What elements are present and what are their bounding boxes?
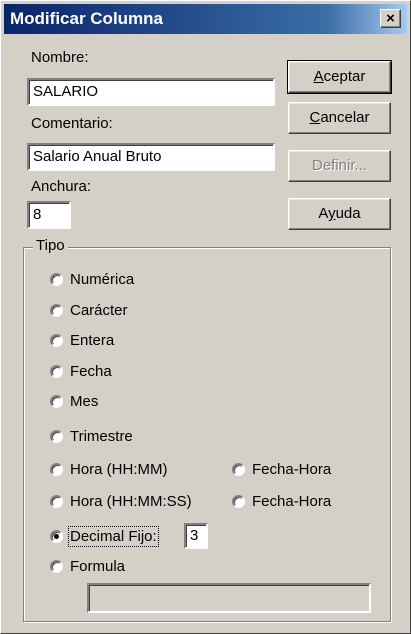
- radio-mes[interactable]: Mes: [50, 393, 98, 410]
- close-button[interactable]: ×: [380, 9, 401, 28]
- radio-button-icon: [50, 560, 63, 573]
- radio-button-icon: [50, 304, 63, 317]
- aceptar-button[interactable]: Aceptar: [287, 60, 392, 94]
- radio-button-icon: [50, 430, 63, 443]
- radio-fecha-hora-1[interactable]: Fecha-Hora: [232, 461, 331, 478]
- nombre-label: Nombre:: [31, 49, 89, 66]
- nombre-input[interactable]: SALARIO: [27, 78, 275, 106]
- radio-hora-hhmm[interactable]: Hora (HH:MM): [50, 461, 168, 478]
- radio-button-icon: [232, 495, 245, 508]
- tipo-group-label: Tipo: [33, 237, 68, 254]
- radio-button-icon: [50, 273, 63, 286]
- comentario-label: Comentario:: [31, 115, 113, 132]
- title-bar[interactable]: Modificar Columna ×: [4, 4, 407, 34]
- radio-button-icon: [50, 334, 63, 347]
- radio-button-icon: [50, 395, 63, 408]
- comentario-input[interactable]: Salario Anual Bruto: [27, 143, 275, 171]
- decimal-places-input[interactable]: 3: [184, 523, 208, 549]
- radio-button-icon: [50, 463, 63, 476]
- window-title: Modificar Columna: [10, 9, 164, 28]
- definir-button[interactable]: Definir...: [288, 150, 391, 182]
- radio-fecha[interactable]: Fecha: [50, 363, 112, 380]
- cancelar-button[interactable]: Cancelar: [288, 102, 391, 134]
- modificar-columna-dialog: Modificar Columna × Nombre: SALARIO Come…: [0, 0, 411, 634]
- radio-fecha-hora-2[interactable]: Fecha-Hora: [232, 493, 331, 510]
- close-icon: ×: [386, 10, 395, 27]
- radio-entera[interactable]: Entera: [50, 332, 114, 349]
- radio-button-icon: [50, 365, 63, 378]
- ayuda-button[interactable]: Ayuda: [288, 198, 391, 230]
- radio-button-icon: [232, 463, 245, 476]
- formula-input: [87, 583, 371, 613]
- anchura-input[interactable]: 8: [27, 201, 71, 229]
- radio-button-icon: [50, 495, 63, 508]
- radio-hora-hhmmss[interactable]: Hora (HH:MM:SS): [50, 493, 192, 510]
- radio-trimestre[interactable]: Trimestre: [50, 428, 133, 445]
- radio-decimal-fijo[interactable]: Decimal Fijo:: [50, 526, 159, 547]
- anchura-label: Anchura:: [31, 178, 92, 195]
- radio-numerica[interactable]: Numérica: [50, 271, 134, 288]
- radio-caracter[interactable]: Carácter: [50, 302, 128, 319]
- radio-formula[interactable]: Formula: [50, 558, 125, 575]
- radio-button-selected-icon: [50, 530, 63, 543]
